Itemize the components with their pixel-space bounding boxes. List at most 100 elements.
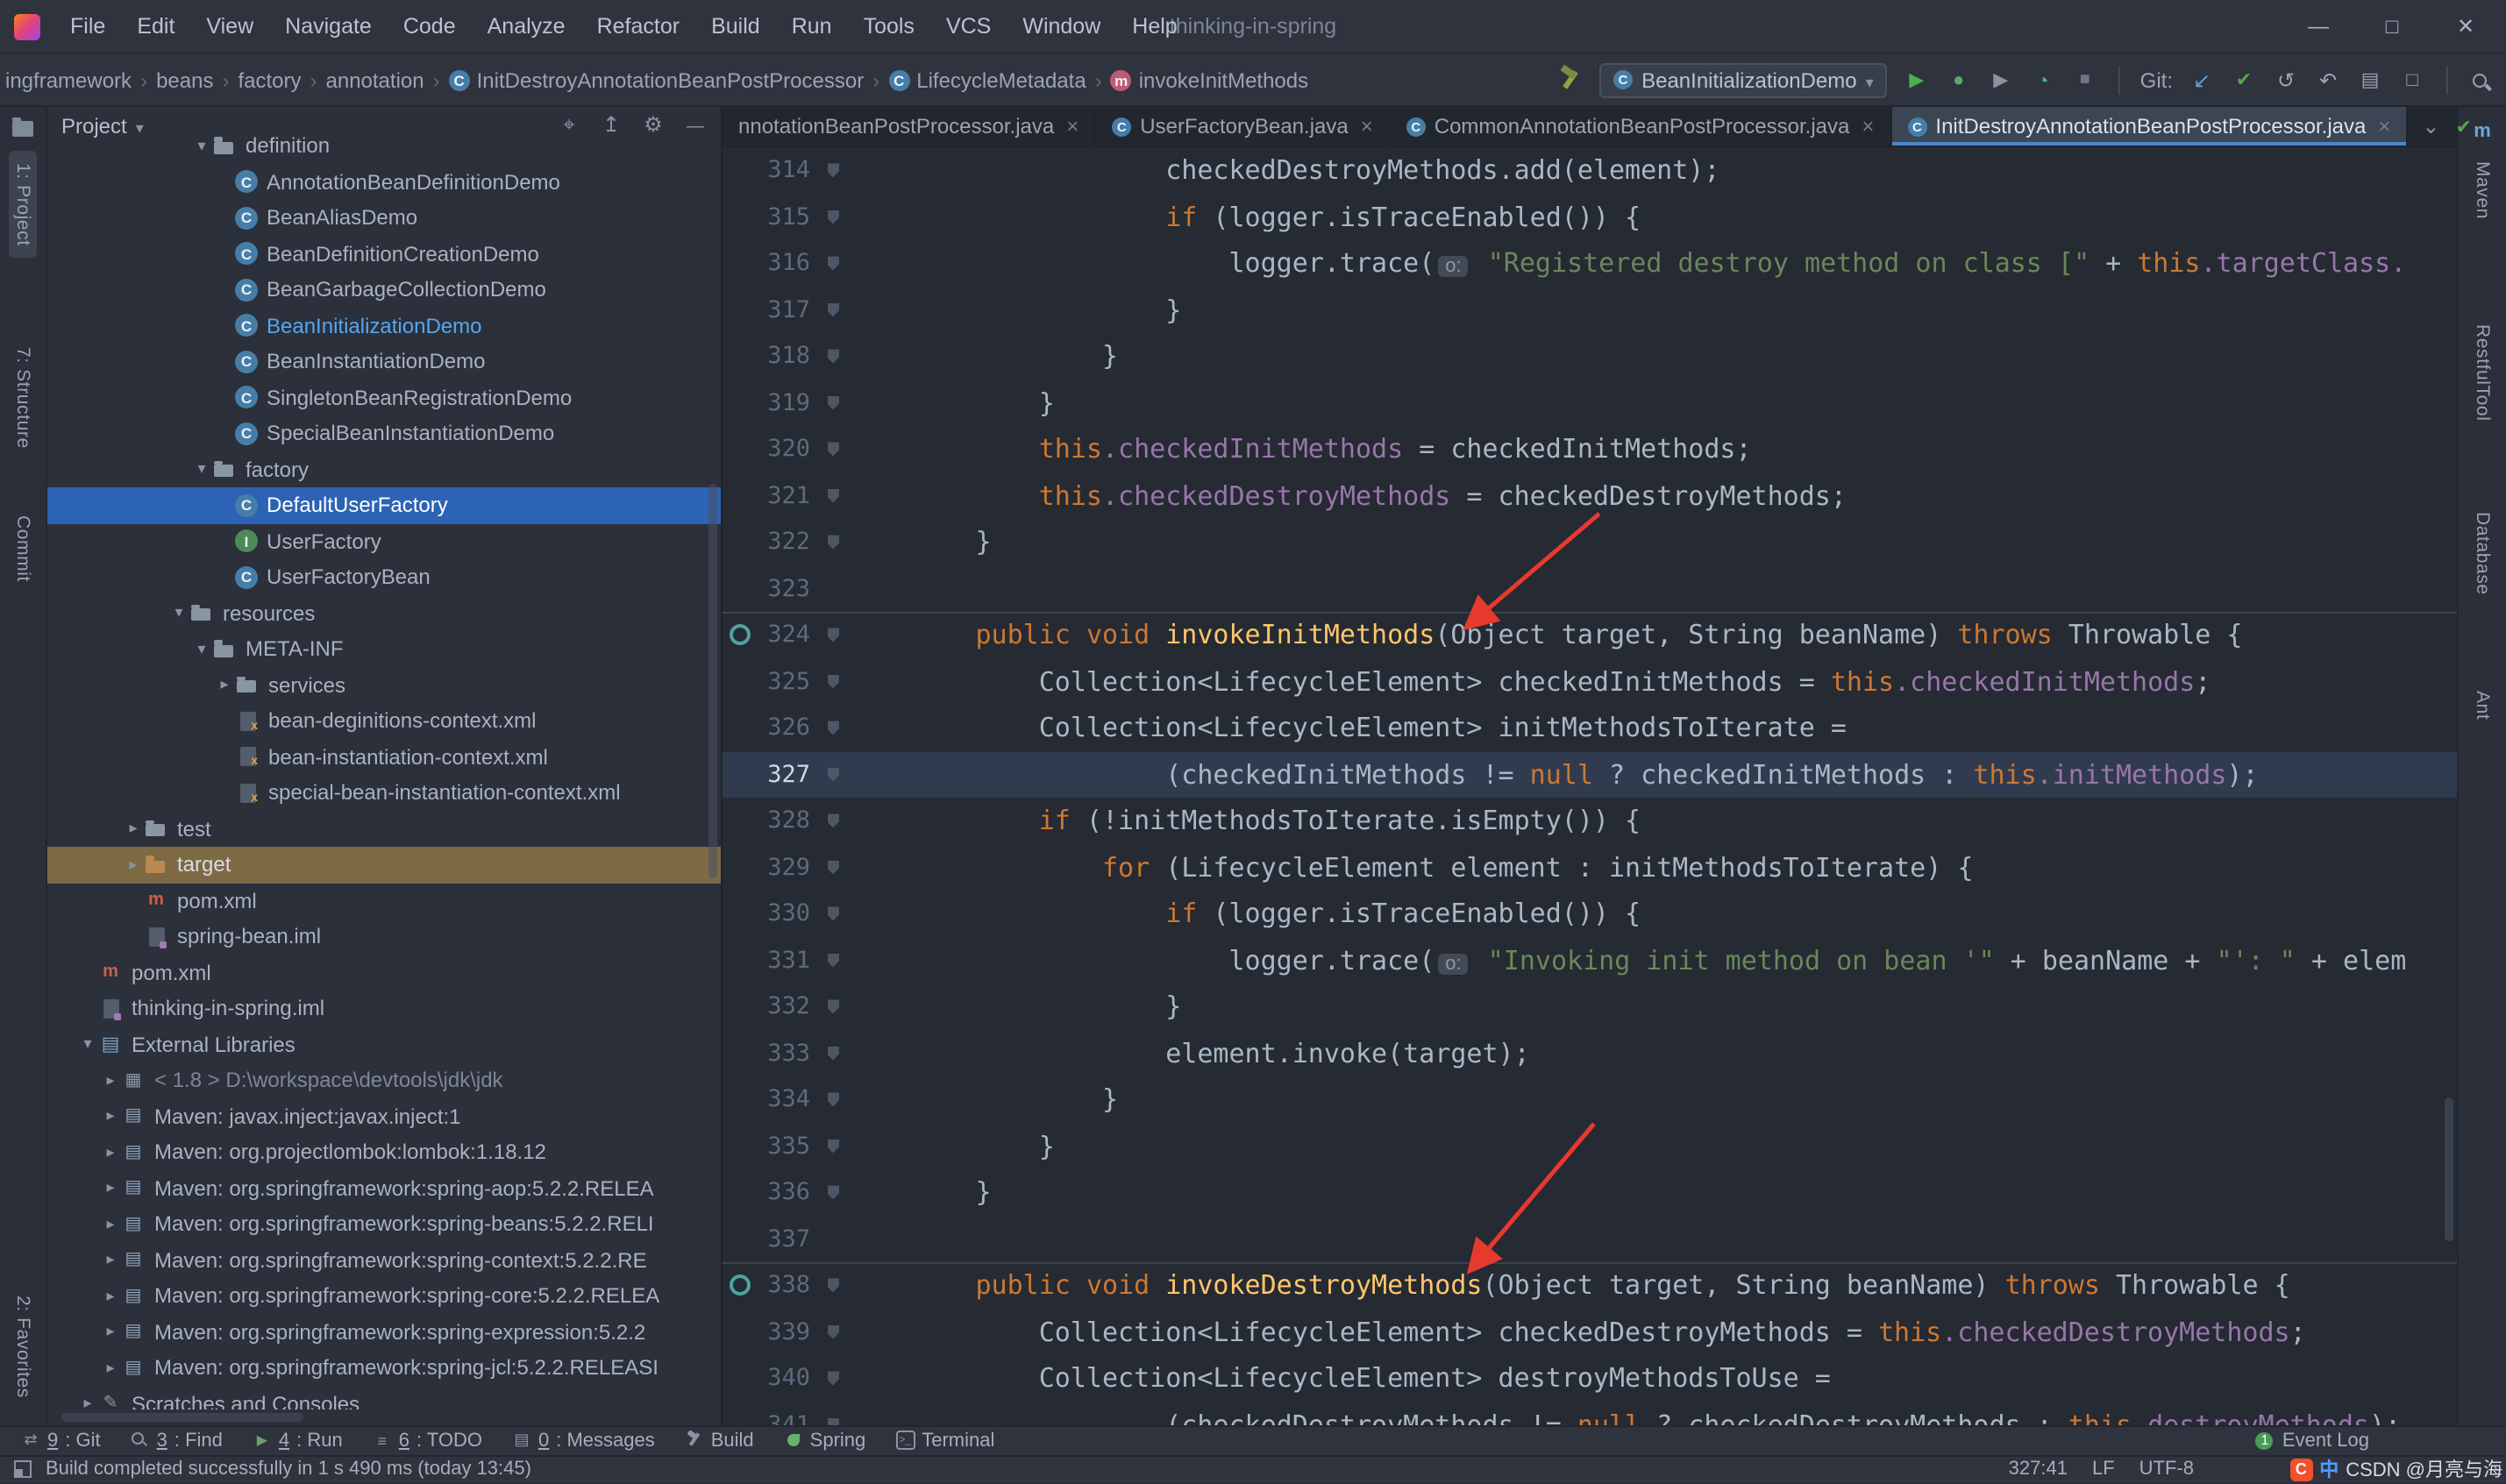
tree-item-maven-org-springframework-spring-context-5-2-2-re[interactable]: Maven: org.springframework:spring-contex…: [47, 1242, 721, 1278]
menu-edit[interactable]: Edit: [121, 0, 190, 53]
project-vertical-scrollbar[interactable]: [708, 484, 717, 878]
code-line-314[interactable]: 314 checkedDestroyMethods.add(element);: [723, 147, 2457, 194]
tree-item-test[interactable]: test: [47, 811, 721, 847]
project-tool-icon[interactable]: [12, 121, 33, 137]
editor-scrollbar[interactable]: [2445, 1097, 2453, 1241]
tool-stripe-ant[interactable]: Ant: [2468, 678, 2496, 731]
fold-marker-icon[interactable]: [817, 1093, 849, 1107]
build-hammer-icon[interactable]: [1556, 65, 1585, 95]
project-horizontal-scrollbar[interactable]: [61, 1412, 303, 1421]
tree-item-meta-inf[interactable]: META-INF: [47, 631, 721, 667]
file-encoding[interactable]: UTF-8: [2139, 1459, 2194, 1480]
code-editor[interactable]: 314 checkedDestroyMethods.add(element);3…: [723, 147, 2457, 1424]
tree-chevron-icon[interactable]: [191, 137, 212, 156]
menu-view[interactable]: View: [190, 0, 269, 53]
breadcrumb-item-factory[interactable]: factory: [236, 67, 303, 92]
code-line-316[interactable]: 316 logger.trace(o: "Registered destroy …: [723, 240, 2457, 287]
tree-chevron-icon[interactable]: [191, 460, 212, 479]
tree-chevron-icon[interactable]: [123, 820, 144, 839]
fold-marker-icon[interactable]: [817, 861, 849, 875]
tree-chevron-icon[interactable]: [100, 1251, 121, 1270]
tool-window-switcher-icon[interactable]: [14, 1461, 32, 1479]
fold-marker-icon[interactable]: [817, 675, 849, 689]
fold-marker-icon[interactable]: [817, 1000, 849, 1014]
code-line-317[interactable]: 317 }: [723, 287, 2457, 333]
tree-item-defaultuserfactory[interactable]: DefaultUserFactory: [47, 487, 721, 523]
tool-button-spring[interactable]: Spring: [784, 1430, 866, 1451]
caret-position[interactable]: 327:41: [2009, 1459, 2068, 1480]
menu-file[interactable]: File: [54, 0, 121, 53]
tree-chevron-icon[interactable]: [100, 1359, 121, 1378]
code-line-333[interactable]: 333 element.invoke(target);: [723, 1030, 2457, 1076]
tree-item-pom-xml[interactable]: pom.xml: [47, 883, 721, 919]
tree-item-bean-deginitions-context-xml[interactable]: bean-deginitions-context.xml: [47, 703, 721, 739]
fold-marker-icon[interactable]: [817, 396, 849, 410]
code-line-332[interactable]: 332 }: [723, 983, 2457, 1030]
code-line-334[interactable]: 334 }: [723, 1076, 2457, 1123]
menu-navigate[interactable]: Navigate: [269, 0, 388, 53]
fold-marker-icon[interactable]: [817, 1325, 849, 1339]
tree-item-beangarbagecollectiondemo[interactable]: BeanGarbageCollectionDemo: [47, 272, 721, 308]
code-line-330[interactable]: 330 if (logger.isTraceEnabled()) {: [723, 891, 2457, 937]
fold-marker-icon[interactable]: [817, 1279, 849, 1293]
compare-icon[interactable]: [2397, 65, 2427, 95]
code-line-331[interactable]: 331 logger.trace(o: "Invoking init metho…: [723, 937, 2457, 983]
tree-item-scratches-and-consoles[interactable]: Scratches and Consoles: [47, 1386, 721, 1409]
code-line-338[interactable]: 338 public void invokeDestroyMethods(Obj…: [723, 1262, 2457, 1309]
tree-item-maven-org-springframework-spring-core-5-2-2-relea[interactable]: Maven: org.springframework:spring-core:5…: [47, 1278, 721, 1314]
fold-marker-icon[interactable]: [817, 536, 849, 550]
tree-item-annotationbeandefinitiondemo[interactable]: AnnotationBeanDefinitionDemo: [47, 164, 721, 200]
fold-marker-icon[interactable]: [817, 164, 849, 178]
tree-item-thinking-in-spring-iml[interactable]: thinking-in-spring.iml: [47, 991, 721, 1026]
tree-item-resources[interactable]: resources: [47, 595, 721, 631]
method-marker-icon[interactable]: [726, 1275, 754, 1296]
fold-marker-icon[interactable]: [817, 814, 849, 828]
tree-item-maven-javax-inject-javax-inject-1[interactable]: Maven: javax.inject:javax.inject:1: [47, 1098, 721, 1134]
code-line-341[interactable]: 341 (checkedDestroyMethods != null ? che…: [723, 1402, 2457, 1424]
tree-item-beaninstantiationdemo[interactable]: BeanInstantiationDemo: [47, 344, 721, 380]
tool-button-run[interactable]: 4: Run: [253, 1430, 343, 1451]
tree-item-special-bean-instantiation-context-xml[interactable]: special-bean-instantiation-context.xml: [47, 775, 721, 811]
code-line-315[interactable]: 315 if (logger.isTraceEnabled()) {: [723, 194, 2457, 240]
close-icon[interactable]: [1858, 114, 1874, 138]
tool-button-messages[interactable]: 0: Messages: [512, 1430, 655, 1451]
menu-build[interactable]: Build: [695, 0, 776, 53]
tool-button-git[interactable]: 9: Git: [21, 1430, 101, 1451]
tool-stripe-database[interactable]: Database: [2468, 501, 2496, 608]
fold-marker-icon[interactable]: [817, 1418, 849, 1425]
tab-commonannotationbeanpostprocessor-java[interactable]: CommonAnnotationBeanPostProcessor.java: [1391, 107, 1892, 146]
tree-item-pom-xml[interactable]: pom.xml: [47, 955, 721, 991]
run-icon[interactable]: [1902, 65, 1932, 95]
close-icon[interactable]: [1063, 114, 1079, 138]
tree-chevron-icon[interactable]: [100, 1287, 121, 1306]
tree-item-services[interactable]: services: [47, 667, 721, 703]
tool-stripe-commit[interactable]: Commit: [9, 503, 37, 594]
run-config-select[interactable]: BeanInitializationDemo: [1599, 62, 1888, 97]
tree-item-target[interactable]: target: [47, 847, 721, 883]
tree-item-beanaliasdemo[interactable]: BeanAliasDemo: [47, 200, 721, 236]
code-line-323[interactable]: 323: [723, 565, 2457, 612]
tree-chevron-icon[interactable]: [168, 604, 189, 623]
tree-chevron-icon[interactable]: [100, 1071, 121, 1090]
code-line-339[interactable]: 339 Collection<LifecycleElement> checked…: [723, 1309, 2457, 1355]
fold-marker-icon[interactable]: [817, 1372, 849, 1386]
code-line-322[interactable]: 322 }: [723, 519, 2457, 565]
tab-userfactorybean-java[interactable]: UserFactoryBean.java: [1096, 107, 1390, 146]
fold-marker-icon[interactable]: [817, 721, 849, 735]
tool-stripe-7-structure[interactable]: 7: Structure: [9, 336, 37, 462]
update-icon[interactable]: [2187, 65, 2217, 95]
menu-run[interactable]: Run: [776, 0, 848, 53]
code-line-320[interactable]: 320 this.checkedInitMethods = checkedIni…: [723, 426, 2457, 472]
rollback-icon[interactable]: [2313, 65, 2343, 95]
menu-tools[interactable]: Tools: [848, 0, 930, 53]
tree-chevron-icon[interactable]: [214, 676, 235, 695]
tool-stripe-2-favorites[interactable]: 2: Favorites: [9, 1283, 37, 1410]
history-icon[interactable]: [2271, 65, 2301, 95]
fold-marker-icon[interactable]: [817, 350, 849, 364]
menu-analyze[interactable]: Analyze: [472, 0, 581, 53]
tree-chevron-icon[interactable]: [191, 640, 212, 659]
stop-icon[interactable]: [2070, 65, 2100, 95]
breadcrumb-item-lifecyclemetadata[interactable]: LifecycleMetadata: [886, 67, 1087, 92]
fold-marker-icon[interactable]: [817, 1047, 849, 1061]
debug-icon[interactable]: [1944, 65, 1974, 95]
